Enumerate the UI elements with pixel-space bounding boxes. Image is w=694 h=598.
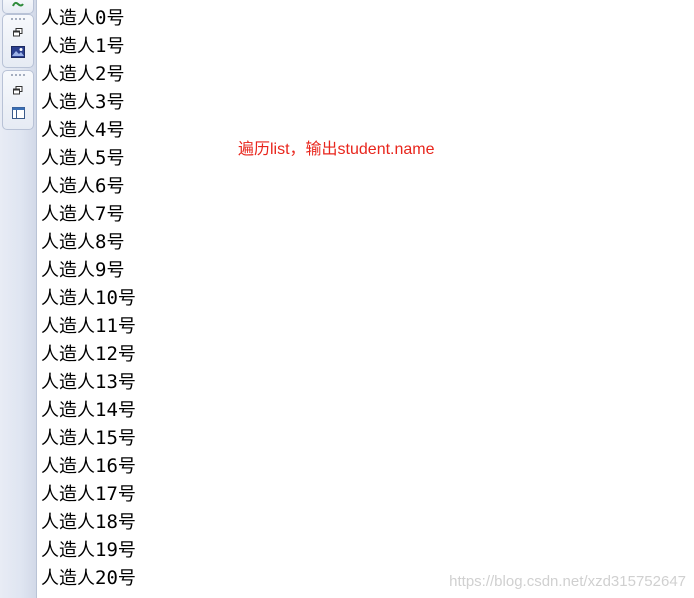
line-number: 8	[95, 231, 107, 253]
line-prefix: 人造人	[41, 260, 95, 281]
console-line: 人造人7号	[41, 200, 136, 228]
line-number: 19	[95, 539, 118, 561]
line-suffix: 号	[117, 568, 136, 589]
line-suffix: 号	[117, 484, 136, 505]
console-line: 人造人16号	[41, 452, 136, 480]
line-number: 12	[95, 343, 118, 365]
console-line: 人造人12号	[41, 340, 136, 368]
line-prefix: 人造人	[41, 232, 95, 253]
line-prefix: 人造人	[41, 92, 95, 113]
line-prefix: 人造人	[41, 428, 95, 449]
toolbar-grip[interactable]	[10, 18, 26, 20]
line-suffix: 号	[117, 344, 136, 365]
line-number: 9	[95, 259, 107, 281]
line-prefix: 人造人	[41, 456, 95, 477]
console-line: 人造人1号	[41, 32, 136, 60]
restore-window-icon[interactable]	[10, 82, 26, 98]
line-number: 10	[95, 287, 118, 309]
line-suffix: 号	[106, 232, 125, 253]
restore-window-icon[interactable]	[10, 24, 26, 40]
line-suffix: 号	[117, 288, 136, 309]
toolbar-group-2	[2, 70, 34, 130]
console-line: 人造人10号	[41, 284, 136, 312]
toolbar-group-1	[2, 14, 34, 68]
watermark: https://blog.csdn.net/xzd315752647	[449, 573, 686, 590]
console-line: 人造人13号	[41, 368, 136, 396]
line-number: 5	[95, 147, 107, 169]
line-prefix: 人造人	[41, 36, 95, 57]
line-number: 7	[95, 203, 107, 225]
line-prefix: 人造人	[41, 148, 95, 169]
line-suffix: 号	[106, 64, 125, 85]
line-prefix: 人造人	[41, 512, 95, 533]
console-line: 人造人8号	[41, 228, 136, 256]
console-line: 人造人3号	[41, 88, 136, 116]
line-number: 17	[95, 483, 118, 505]
annotation-text: 遍历list，输出student.name	[238, 141, 435, 158]
console-line: 人造人20号	[41, 564, 136, 592]
line-prefix: 人造人	[41, 484, 95, 505]
console-line: 人造人9号	[41, 256, 136, 284]
line-number: 3	[95, 91, 107, 113]
line-suffix: 号	[106, 204, 125, 225]
line-suffix: 号	[106, 148, 125, 169]
line-number: 0	[95, 7, 107, 29]
line-prefix: 人造人	[41, 64, 95, 85]
line-suffix: 号	[106, 260, 125, 281]
console-line: 人造人2号	[41, 60, 136, 88]
console-line: 人造人18号	[41, 508, 136, 536]
console-line: 人造人11号	[41, 312, 136, 340]
console-line: 人造人4号	[41, 116, 136, 144]
line-number: 15	[95, 427, 118, 449]
line-number: 4	[95, 119, 107, 141]
line-suffix: 号	[117, 512, 136, 533]
console-line: 人造人14号	[41, 396, 136, 424]
line-prefix: 人造人	[41, 204, 95, 225]
screenshot-root: 人造人0号 人造人1号 人造人2号 人造人3号 人造人4号 人造人5号 人造人6号 人造人7号…	[0, 0, 694, 598]
line-suffix: 号	[117, 456, 136, 477]
line-suffix: 号	[117, 372, 136, 393]
console-line: 人造人0号	[41, 4, 136, 32]
line-number: 1	[95, 35, 107, 57]
line-suffix: 号	[117, 428, 136, 449]
side-toolbar	[0, 0, 37, 598]
line-prefix: 人造人	[41, 288, 95, 309]
line-number: 14	[95, 399, 118, 421]
line-prefix: 人造人	[41, 316, 95, 337]
line-number: 20	[95, 567, 118, 589]
line-suffix: 号	[106, 8, 125, 29]
console-line: 人造人15号	[41, 424, 136, 452]
line-prefix: 人造人	[41, 8, 95, 29]
layout-panel-icon[interactable]	[10, 105, 26, 121]
refresh-icon[interactable]	[10, 0, 26, 13]
line-suffix: 号	[106, 176, 125, 197]
toolbar-grip[interactable]	[10, 74, 26, 76]
line-suffix: 号	[106, 120, 125, 141]
line-prefix: 人造人	[41, 120, 95, 141]
line-number: 13	[95, 371, 118, 393]
line-prefix: 人造人	[41, 344, 95, 365]
line-prefix: 人造人	[41, 568, 95, 589]
line-suffix: 号	[106, 92, 125, 113]
line-number: 16	[95, 455, 118, 477]
console-line: 人造人5号	[41, 144, 136, 172]
line-suffix: 号	[106, 36, 125, 57]
line-suffix: 号	[117, 400, 136, 421]
line-prefix: 人造人	[41, 176, 95, 197]
console-line: 人造人6号	[41, 172, 136, 200]
toolbar-group-top	[2, 0, 34, 14]
console-line: 人造人19号	[41, 536, 136, 564]
line-prefix: 人造人	[41, 400, 95, 421]
line-suffix: 号	[117, 316, 136, 337]
console-line: 人造人17号	[41, 480, 136, 508]
line-suffix: 号	[117, 540, 136, 561]
console-output: 人造人0号 人造人1号 人造人2号 人造人3号 人造人4号 人造人5号 人造人6号 人造人7号…	[41, 4, 136, 592]
line-number: 2	[95, 63, 107, 85]
image-icon[interactable]	[10, 44, 26, 60]
line-number: 11	[95, 315, 118, 337]
line-number: 18	[95, 511, 118, 533]
line-prefix: 人造人	[41, 540, 95, 561]
line-number: 6	[95, 175, 107, 197]
line-prefix: 人造人	[41, 372, 95, 393]
